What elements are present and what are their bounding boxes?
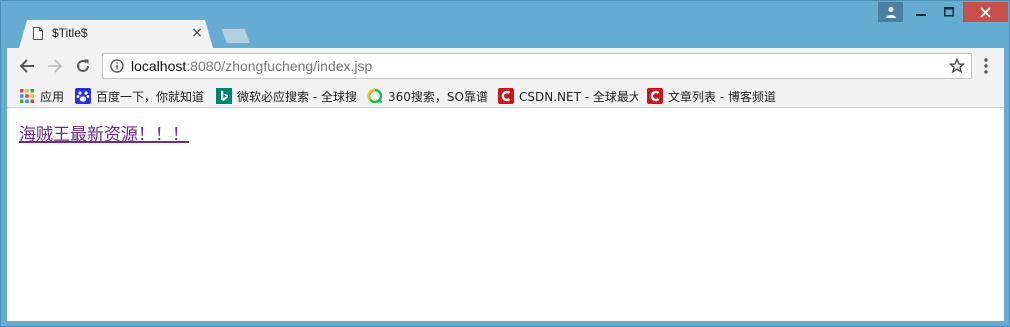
arrow-left-icon: [19, 59, 34, 73]
bookmark-label: 微软必应搜索 - 全球搜: [237, 89, 356, 104]
bookmark-360[interactable]: 360搜索，SO靠谱: [367, 87, 488, 105]
tab-active[interactable]: $Title$ ×: [19, 20, 213, 48]
arrow-right-icon: [48, 59, 63, 73]
browser-window: $Title$ × localhost:8080/zhongfucheng/in…: [0, 0, 1010, 327]
csdn-icon: [498, 88, 514, 104]
url-text[interactable]: localhost:8080/zhongfucheng/index.jsp: [131, 58, 372, 74]
bookmark-label: CSDN.NET - 全球最大: [519, 89, 638, 104]
bookmark-label: 文章列表 - 博客频道: [668, 89, 776, 104]
bookmark-apps[interactable]: 应用: [19, 87, 64, 105]
close-window-button[interactable]: [963, 2, 1008, 22]
resource-link[interactable]: 海贼王最新资源！！！: [19, 120, 189, 145]
tab-title: $Title$: [52, 26, 88, 40]
address-bar[interactable]: localhost:8080/zhongfucheng/index.jsp: [102, 53, 972, 79]
so360-icon: [367, 88, 383, 104]
url-host: localhost: [131, 58, 187, 74]
baidu-paw-icon: [75, 88, 91, 104]
bookmark-label: 应用: [40, 89, 65, 104]
maximize-button[interactable]: [935, 2, 963, 22]
bookmark-article-list[interactable]: 文章列表 - 博客频道: [647, 87, 776, 105]
apps-grid-icon: [20, 89, 34, 103]
toolbar: localhost:8080/zhongfucheng/index.jsp: [7, 48, 1004, 84]
bookmark-baidu[interactable]: 百度一下，你就知道: [75, 87, 204, 105]
page-content: 海贼王最新资源！！！: [7, 108, 1004, 321]
reload-icon: [77, 59, 89, 72]
csdn-icon: [647, 88, 663, 104]
maximize-icon: [944, 7, 954, 17]
url-path: :8080/zhongfucheng/index.jsp: [186, 58, 373, 74]
info-icon[interactable]: [110, 59, 124, 73]
back-button[interactable]: [15, 54, 39, 78]
menu-kebab-icon[interactable]: [979, 56, 993, 76]
bookmark-csdn[interactable]: CSDN.NET - 全球最大: [498, 87, 638, 105]
bookmark-label: 360搜索，SO靠谱: [388, 89, 488, 104]
minimize-button[interactable]: [907, 2, 935, 22]
tab-close-button[interactable]: ×: [189, 24, 205, 42]
minimize-icon: [916, 14, 926, 16]
forward-button[interactable]: [43, 54, 67, 78]
bookmark-star-icon[interactable]: [949, 58, 965, 74]
bookmarks-bar: 应用 百度一下，你就知道 微软必应搜索 - 全球搜 360搜索，SO靠谱 CSD…: [7, 84, 1004, 108]
reload-button[interactable]: [71, 54, 95, 78]
bing-icon: [216, 88, 232, 104]
bookmark-label: 百度一下，你就知道: [96, 89, 205, 104]
user-icon: [885, 6, 896, 18]
new-tab-button[interactable]: [217, 28, 251, 44]
close-icon: [980, 6, 991, 18]
profile-button[interactable]: [878, 2, 903, 22]
document-icon: [33, 27, 43, 40]
bookmark-bing[interactable]: 微软必应搜索 - 全球搜: [216, 87, 356, 105]
